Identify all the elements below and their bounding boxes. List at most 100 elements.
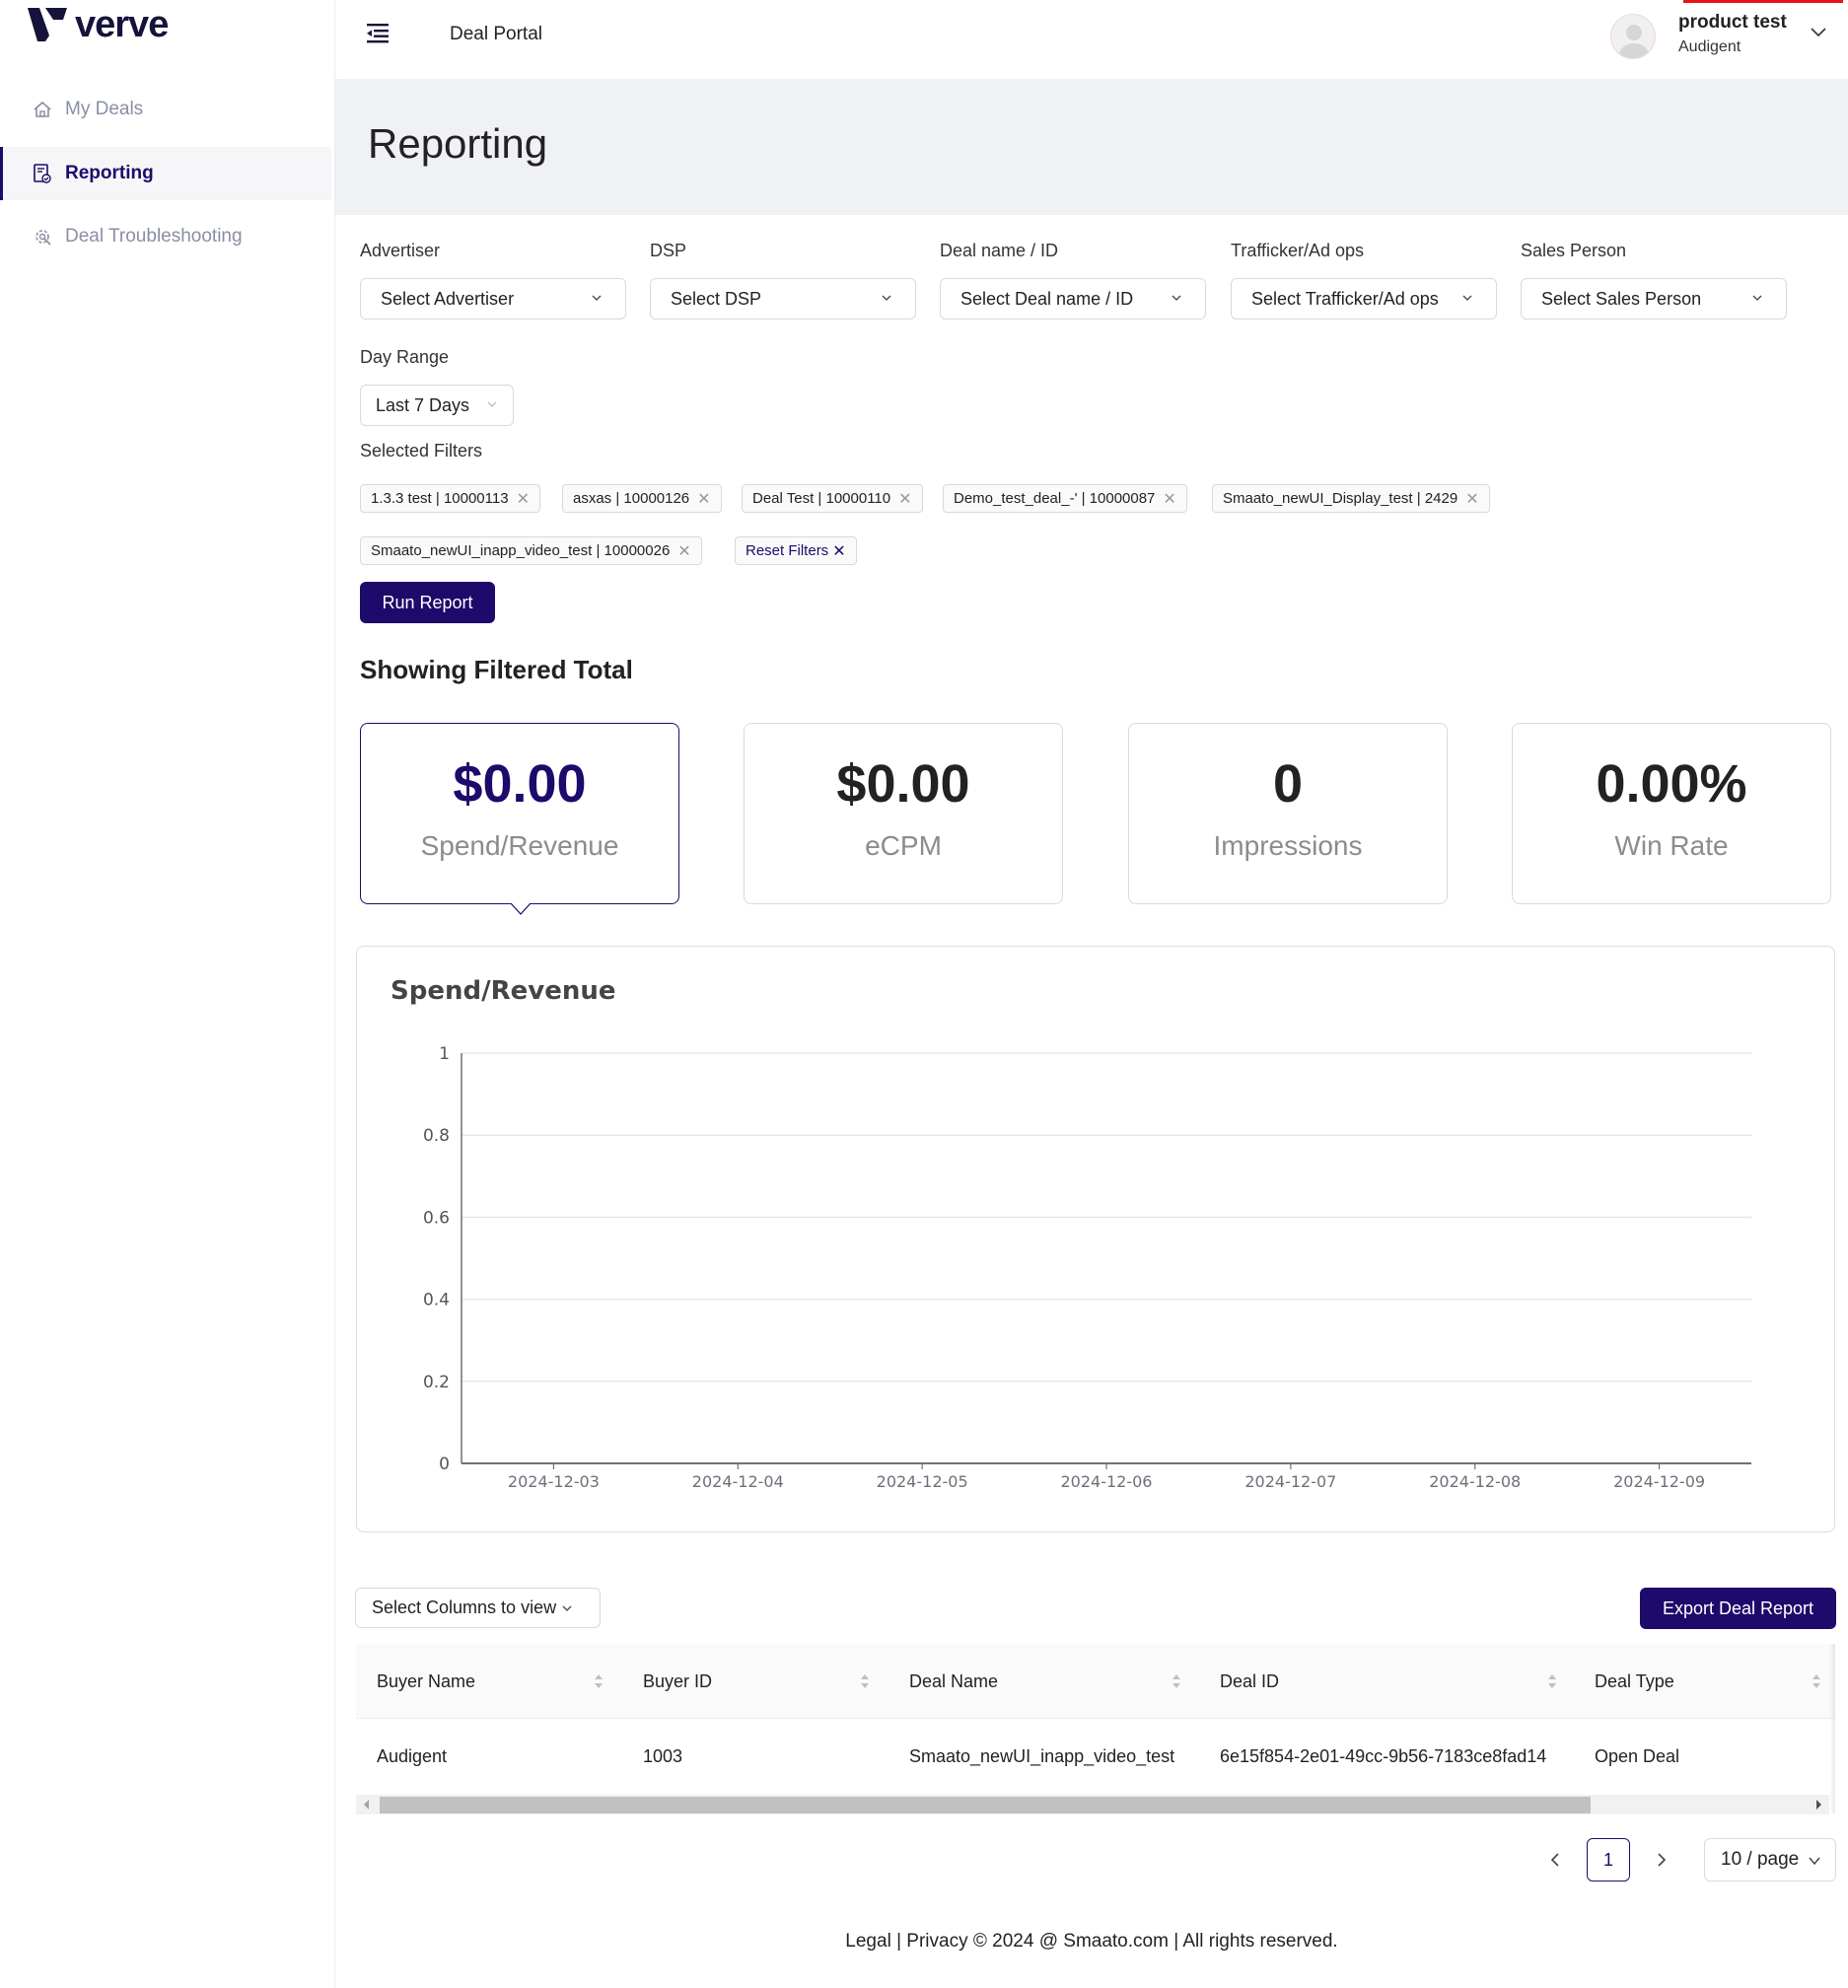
filter-chip-label: Demo_test_deal_-' | 10000087 bbox=[954, 490, 1156, 507]
advertiser-label: Advertiser bbox=[360, 241, 441, 260]
top-header: Deal Portal product test Audigent bbox=[335, 0, 1848, 79]
chevron-down-icon bbox=[1752, 295, 1762, 301]
trafficker-select[interactable]: Select Trafficker/Ad ops bbox=[1231, 278, 1497, 320]
next-page-icon[interactable] bbox=[1652, 1849, 1671, 1871]
column-header-label: Buyer Name bbox=[377, 1670, 476, 1691]
close-icon[interactable]: ✕ bbox=[1163, 489, 1175, 509]
filter-chip: Demo_test_deal_-' | 10000087 ✕ bbox=[943, 484, 1187, 513]
user-org: Audigent bbox=[1678, 38, 1741, 55]
deal-placeholder: Select Deal name / ID bbox=[960, 288, 1134, 309]
filter-chip-label: Smaato_newUI_Display_test | 2429 bbox=[1223, 490, 1458, 507]
scrollbar-thumb[interactable] bbox=[380, 1797, 1591, 1813]
metric-label: Spend/Revenue bbox=[420, 830, 619, 861]
sort-icon[interactable] bbox=[1172, 1671, 1181, 1691]
sort-icon[interactable] bbox=[1547, 1671, 1557, 1691]
report-icon bbox=[32, 163, 53, 184]
scroll-right-arrow-icon[interactable] bbox=[1816, 1800, 1821, 1810]
x-tick-label: 2024-12-07 bbox=[1244, 1472, 1336, 1491]
advertiser-placeholder: Select Advertiser bbox=[381, 288, 515, 309]
verve-logo[interactable]: verve bbox=[26, 4, 169, 45]
column-header-deal-name[interactable]: Deal Name bbox=[909, 1644, 1181, 1719]
close-icon: ✕ bbox=[832, 542, 846, 560]
metric-label: Win Rate bbox=[1614, 830, 1729, 861]
brand-name: verve bbox=[75, 4, 169, 45]
avatar[interactable] bbox=[1610, 14, 1656, 59]
sidebar-item-label: My Deals bbox=[65, 99, 144, 119]
close-icon[interactable]: ✕ bbox=[677, 541, 690, 561]
filter-chip: 1.3.3 test | 10000113 ✕ bbox=[360, 484, 540, 513]
sidebar-item-deal-troubleshooting[interactable]: Deal Troubleshooting bbox=[0, 210, 331, 263]
advertiser-select[interactable]: Select Advertiser bbox=[360, 278, 626, 320]
footer-separator: | bbox=[896, 1931, 907, 1952]
y-tick-label: 0.8 bbox=[423, 1126, 450, 1146]
sales-select[interactable]: Select Sales Person bbox=[1521, 278, 1787, 320]
metric-label: eCPM bbox=[865, 830, 942, 861]
metric-value: $0.00 bbox=[836, 754, 970, 814]
x-tick-label: 2024-12-03 bbox=[508, 1472, 600, 1491]
metric-card-impressions[interactable]: 0 Impressions bbox=[1128, 723, 1448, 904]
verve-logo-icon bbox=[28, 8, 67, 41]
close-icon[interactable]: ✕ bbox=[697, 489, 710, 509]
day-range-select[interactable]: Last 7 Days bbox=[360, 385, 514, 426]
column-header-label: Deal Name bbox=[909, 1670, 999, 1691]
user-avatar-icon bbox=[1617, 25, 1651, 58]
metric-card-spend[interactable]: $0.00 Spend/Revenue bbox=[360, 723, 679, 915]
export-deal-report-button[interactable]: Export Deal Report bbox=[1640, 1588, 1836, 1629]
menu-collapse-icon[interactable] bbox=[367, 23, 392, 44]
sort-icon[interactable] bbox=[1812, 1671, 1821, 1691]
table-scroll-shadow bbox=[1829, 1644, 1835, 1813]
chevron-down-icon bbox=[1809, 1857, 1820, 1866]
day-range-label: Day Range bbox=[360, 347, 450, 367]
reset-filters-button[interactable]: Reset Filters ✕ bbox=[735, 536, 857, 565]
metric-value: 0 bbox=[1272, 754, 1304, 814]
x-tick-label: 2024-12-06 bbox=[1061, 1472, 1153, 1491]
sort-icon[interactable] bbox=[594, 1671, 604, 1691]
column-header-label: Buyer ID bbox=[643, 1670, 713, 1691]
run-report-button[interactable]: Run Report bbox=[360, 582, 495, 623]
close-icon[interactable]: ✕ bbox=[898, 489, 911, 509]
chevron-down-icon[interactable] bbox=[1809, 22, 1828, 41]
prev-page-icon[interactable] bbox=[1545, 1849, 1565, 1871]
close-icon[interactable]: ✕ bbox=[1465, 489, 1478, 509]
user-name: product test bbox=[1678, 12, 1787, 33]
horizontal-scrollbar[interactable] bbox=[356, 1795, 1829, 1814]
chevron-down-icon bbox=[1462, 295, 1472, 301]
home-icon bbox=[32, 99, 53, 120]
metric-card-ecpm[interactable]: $0.00 eCPM bbox=[744, 723, 1063, 904]
dsp-select[interactable]: Select DSP bbox=[650, 278, 916, 320]
cell-deal-name: Smaato_newUI_inapp_video_test bbox=[909, 1745, 1175, 1766]
portal-title: Deal Portal bbox=[450, 24, 542, 44]
legal-link[interactable]: Legal bbox=[845, 1931, 891, 1952]
column-header-label: Deal Type bbox=[1595, 1670, 1674, 1691]
sidebar-item-reporting[interactable]: Reporting bbox=[0, 147, 331, 200]
page-number-button[interactable]: 1 bbox=[1587, 1838, 1630, 1882]
totals-title: Showing Filtered Total bbox=[360, 655, 633, 684]
page-size-select[interactable]: 10 / page bbox=[1704, 1838, 1836, 1882]
cell-deal-type: Open Deal bbox=[1595, 1745, 1680, 1766]
table-row[interactable]: Audigent 1003 Smaato_newUI_inapp_video_t… bbox=[356, 1719, 1835, 1794]
sales-label: Sales Person bbox=[1521, 241, 1627, 260]
column-header-buyer-id[interactable]: Buyer ID bbox=[643, 1644, 870, 1719]
table-header: Buyer Name Buyer ID Deal Name Deal ID De… bbox=[356, 1644, 1835, 1719]
filter-chip-label: Smaato_newUI_inapp_video_test | 10000026 bbox=[371, 542, 671, 559]
deal-select[interactable]: Select Deal name / ID bbox=[940, 278, 1206, 320]
chevron-down-icon bbox=[487, 401, 497, 407]
scroll-left-arrow-icon[interactable] bbox=[364, 1800, 369, 1810]
chevron-down-icon bbox=[592, 295, 602, 301]
column-header-buyer-name[interactable]: Buyer Name bbox=[377, 1644, 604, 1719]
sort-icon[interactable] bbox=[860, 1671, 870, 1691]
sidebar-item-my-deals[interactable]: My Deals bbox=[0, 83, 331, 136]
y-tick-label: 0.6 bbox=[423, 1208, 450, 1228]
metric-card-win-rate[interactable]: 0.00% Win Rate bbox=[1512, 723, 1831, 904]
privacy-link[interactable]: Privacy bbox=[906, 1931, 967, 1952]
column-header-deal-type[interactable]: Deal Type bbox=[1595, 1644, 1821, 1719]
spend-revenue-chart: 0 0.2 0.4 0.6 0.8 1 2024-12-03 2024-12-04 2024-1… bbox=[423, 1044, 1751, 1491]
y-tick-label: 0.2 bbox=[423, 1373, 450, 1392]
close-icon[interactable]: ✕ bbox=[517, 489, 530, 509]
filter-chip: Deal Test | 10000110 ✕ bbox=[742, 484, 923, 513]
y-tick-label: 0.4 bbox=[423, 1291, 450, 1311]
trafficker-placeholder: Select Trafficker/Ad ops bbox=[1251, 288, 1439, 309]
column-header-deal-id[interactable]: Deal ID bbox=[1220, 1644, 1557, 1719]
deal-label: Deal name / ID bbox=[940, 241, 1059, 260]
select-columns-dropdown[interactable]: Select Columns to view bbox=[355, 1588, 601, 1628]
